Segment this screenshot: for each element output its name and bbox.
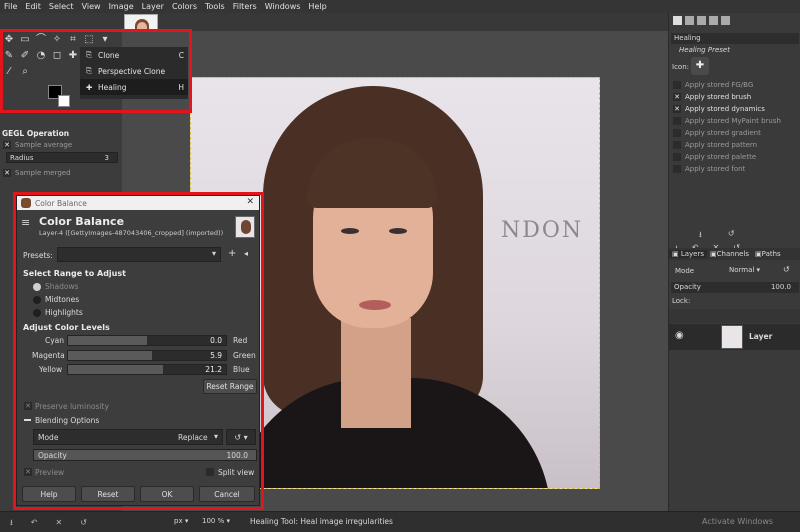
menu-view[interactable]: View bbox=[78, 2, 105, 11]
portrait-eye-left bbox=[341, 228, 359, 234]
preset-action-icons: ⭳ ↺ bbox=[699, 229, 735, 243]
check-icon: ✕ bbox=[3, 141, 11, 149]
apply-mypaint-checkbox[interactable]: Apply stored MyPaint brush bbox=[669, 115, 800, 127]
radius-value: 3 bbox=[104, 154, 109, 162]
portrait-neck bbox=[341, 318, 411, 428]
highlight-box-tools bbox=[0, 29, 192, 113]
presets-tab-icon[interactable] bbox=[721, 16, 730, 25]
status-message: Healing Tool: Heal image irregularities bbox=[250, 517, 393, 526]
status-bar: ⭳↶✕↺ px ▾ 100 % ▾ Healing Tool: Heal ima… bbox=[0, 511, 800, 532]
preset-name-value: Healing bbox=[674, 34, 701, 42]
menu-image[interactable]: Image bbox=[105, 2, 138, 11]
layer-mode-select[interactable]: Normal ▾ bbox=[729, 266, 760, 274]
layer-mode-reset-icon[interactable]: ↺ bbox=[783, 265, 790, 274]
layer-name: Layer bbox=[749, 332, 773, 341]
layer-thumbnail bbox=[721, 325, 743, 349]
gegl-operation-title: GEGL Operation bbox=[2, 129, 70, 138]
reset-preset-icon[interactable]: ↺ bbox=[728, 229, 735, 243]
right-dock: Healing Healing Preset Icon: ✚ Apply sto… bbox=[668, 13, 800, 511]
radius-label: Radius bbox=[10, 154, 34, 162]
icon-label: Icon: bbox=[672, 63, 689, 71]
apply-palette-checkbox[interactable]: Apply stored palette bbox=[669, 151, 800, 163]
radius-field[interactable]: Radius 3 bbox=[6, 152, 118, 163]
menu-colors[interactable]: Colors bbox=[168, 2, 201, 11]
layer-mode-label: Mode bbox=[675, 267, 695, 275]
device-tab-icon[interactable] bbox=[685, 16, 694, 25]
sample-average-checkbox[interactable]: ✕ Sample average bbox=[0, 139, 72, 151]
preset-label: Healing Preset bbox=[679, 46, 730, 54]
menu-filters[interactable]: Filters bbox=[229, 2, 261, 11]
sample-average-label: Sample average bbox=[15, 141, 73, 149]
layer-list-header bbox=[669, 309, 800, 323]
layer-row[interactable]: ◉ Layer bbox=[669, 324, 800, 350]
apply-font-checkbox[interactable]: Apply stored font bbox=[669, 163, 800, 175]
eye-icon[interactable]: ◉ bbox=[675, 330, 684, 341]
highlight-box-dialog bbox=[13, 192, 264, 510]
preset-icon-button[interactable]: ✚ bbox=[691, 57, 709, 75]
menu-help[interactable]: Help bbox=[304, 2, 330, 11]
layers-tabs: ▣ Layers ▣Channels ▣Paths bbox=[669, 248, 800, 260]
unit-select[interactable]: px ▾ bbox=[174, 517, 188, 525]
tab-paths[interactable]: ▣Paths bbox=[752, 250, 784, 258]
menu-windows[interactable]: Windows bbox=[261, 2, 305, 11]
tab-layers[interactable]: ▣ Layers bbox=[669, 250, 708, 258]
tool-options-tab-icon[interactable] bbox=[673, 16, 682, 25]
check-icon: ✕ bbox=[673, 105, 681, 113]
lock-label: Lock: bbox=[672, 297, 691, 305]
apply-fgbg-checkbox[interactable]: Apply stored FG/BG bbox=[669, 79, 800, 91]
dock-tab-icons bbox=[673, 16, 730, 25]
apply-gradient-checkbox[interactable]: Apply stored gradient bbox=[669, 127, 800, 139]
check-icon: ✕ bbox=[673, 93, 681, 101]
layer-opacity-label: Opacity bbox=[674, 283, 701, 291]
apply-dynamics-checkbox[interactable]: ✕ Apply stored dynamics bbox=[669, 103, 800, 115]
layer-opacity-value: 100.0 bbox=[770, 283, 791, 291]
backdrop-text: NDON bbox=[501, 218, 584, 243]
save-preset-icon[interactable]: ⭳ bbox=[699, 229, 702, 243]
apply-pattern-checkbox[interactable]: Apply stored pattern bbox=[669, 139, 800, 151]
layer-opacity-field[interactable]: Opacity 100.0 bbox=[671, 282, 799, 293]
activation-watermark: Activate Windows bbox=[702, 517, 774, 526]
menu-tools[interactable]: Tools bbox=[201, 2, 229, 11]
sample-merged-label: Sample merged bbox=[15, 169, 71, 177]
images-tab-icon[interactable] bbox=[709, 16, 718, 25]
sample-merged-checkbox[interactable]: ✕ Sample merged bbox=[0, 167, 71, 179]
preset-name-field[interactable]: Healing bbox=[671, 33, 799, 44]
menu-file[interactable]: File bbox=[0, 2, 21, 11]
menu-edit[interactable]: Edit bbox=[21, 2, 45, 11]
apply-brush-checkbox[interactable]: ✕ Apply stored brush bbox=[669, 91, 800, 103]
undo-tab-icon[interactable] bbox=[697, 16, 706, 25]
portrait-lips bbox=[359, 300, 391, 310]
tab-channels[interactable]: ▣Channels bbox=[707, 250, 752, 258]
status-quick-icons: ⭳↶✕↺ bbox=[10, 518, 105, 527]
preset-options-list: Apply stored FG/BG ✕ Apply stored brush ✕… bbox=[669, 79, 800, 175]
portrait-eye-right bbox=[389, 228, 407, 234]
menu-bar: File Edit Select View Image Layer Colors… bbox=[0, 0, 800, 13]
menu-select[interactable]: Select bbox=[45, 2, 78, 11]
zoom-select[interactable]: 100 % ▾ bbox=[202, 517, 230, 525]
check-icon: ✕ bbox=[3, 169, 11, 177]
menu-layer[interactable]: Layer bbox=[138, 2, 168, 11]
